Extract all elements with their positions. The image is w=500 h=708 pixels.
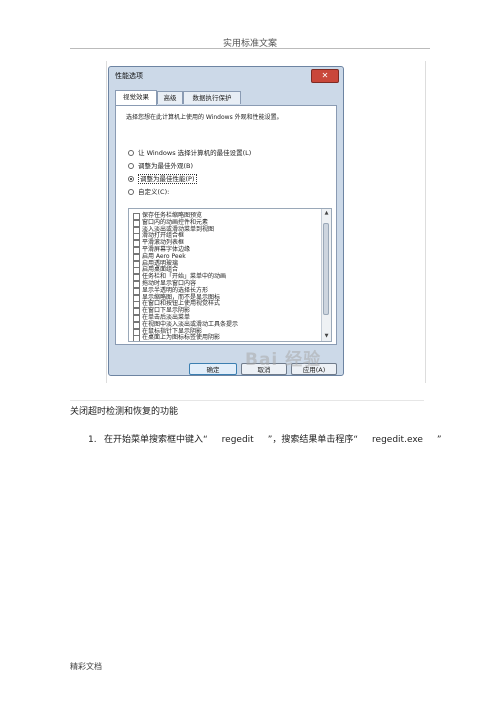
page-footer: 精彩文档 <box>70 662 102 671</box>
close-button[interactable]: ✕ <box>311 69 339 83</box>
caption-rule <box>70 400 424 401</box>
step-number: 1. <box>88 435 97 445</box>
caption: 关闭超时检测和恢复的功能 <box>70 407 179 417</box>
option-checkbox[interactable] <box>133 335 140 341</box>
ok-button[interactable]: 确定 <box>189 363 237 375</box>
scroll-down-arrow[interactable]: ▼ <box>322 332 331 341</box>
step-term-regedit-exe: regedit.exe <box>372 435 423 445</box>
radio-button[interactable] <box>128 163 134 169</box>
step-text-part2: ”，搜索结果单击程序“ <box>267 435 359 445</box>
tab-advanced[interactable]: 高级 <box>157 91 183 104</box>
radio-label: 让 Windows 选择计算机的最佳设置(L) <box>138 149 252 157</box>
visual-effects-panel: 选择您想在此计算机上使用的 Windows 外观和性能设置。 让 Windows… <box>115 105 337 345</box>
step-term-regedit: regedit <box>221 435 254 445</box>
scroll-thumb[interactable] <box>323 223 329 315</box>
step-text-part1: 在开始菜单搜索框中键入“ <box>104 435 208 445</box>
list-scrollbar[interactable]: ▲ ▼ <box>321 209 331 341</box>
step-text-part3: ” <box>436 435 442 445</box>
dialog-title: 性能选项 <box>115 72 143 80</box>
radio-label: 自定义(C): <box>138 188 170 196</box>
performance-options-dialog: 性能选项 ✕ 视觉效果 高级 数据执行保护 选择您想在此计算机上使用的 Wind… <box>108 66 344 376</box>
radio-label: 调整为最佳外观(B) <box>138 162 194 170</box>
watermark: Bai 经验 <box>245 350 322 370</box>
radio-button[interactable] <box>128 189 134 195</box>
dialog-titlebar: 性能选项 ✕ <box>109 67 343 85</box>
radio-label: 调整为最佳性能(P) <box>138 174 197 184</box>
radio-button[interactable] <box>128 176 134 182</box>
step-1: 1. 在开始菜单搜索框中键入“ regedit ”，搜索结果单击程序“ regedit.… <box>88 432 442 445</box>
scroll-up-arrow[interactable]: ▲ <box>322 209 331 218</box>
option-label: 在桌面上为图标标签使用阴影 <box>142 334 221 342</box>
visual-effects-list[interactable]: ▲ ▼ 保存任务栏缩略图预览 窗口内的动画控件和元素 淡入淡出或滑动菜单到视图 滑动打… <box>128 208 332 342</box>
tab-data-execution-prevention[interactable]: 数据执行保护 <box>183 91 241 104</box>
instruction-text: 选择您想在此计算机上使用的 Windows 外观和性能设置。 <box>126 114 283 121</box>
tab-visual-effects[interactable]: 视觉效果 <box>115 90 157 105</box>
header-rule <box>70 48 430 49</box>
radio-button[interactable] <box>128 150 134 156</box>
close-icon: ✕ <box>321 71 329 80</box>
